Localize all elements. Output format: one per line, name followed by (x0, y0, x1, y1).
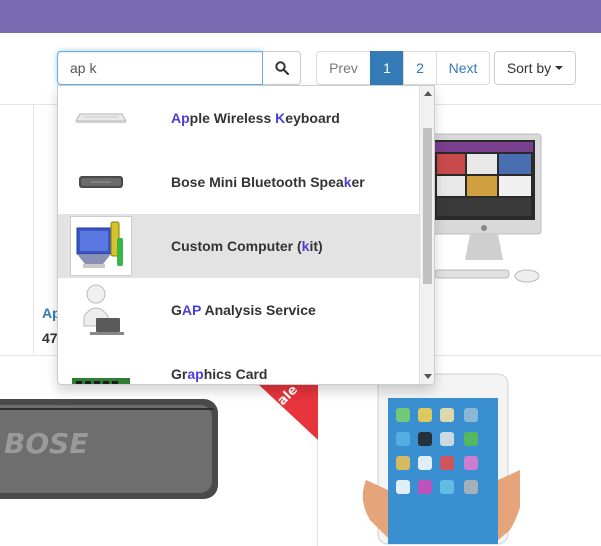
chevron-down-icon (555, 66, 564, 70)
label-text: Custom Computer ( (171, 238, 302, 254)
search-button[interactable] (263, 51, 301, 85)
product-price: 47 (42, 330, 58, 346)
autocomplete-item-label: Graphics Card (171, 366, 268, 382)
label-text: G (171, 302, 182, 318)
label-text: hics Card (203, 366, 268, 382)
product-image-speaker[interactable]: BOSE (0, 395, 222, 505)
computer-kit-thumbnail (70, 216, 132, 276)
autocomplete-item-label: Bose Mini Bluetooth Speaker (171, 174, 365, 190)
search-icon (274, 61, 289, 75)
autocomplete-scrollbar[interactable] (419, 86, 434, 384)
grid-divider (33, 105, 34, 355)
scroll-up-arrow-icon[interactable] (424, 91, 432, 96)
search-input[interactable] (57, 51, 263, 85)
sort-by-dropdown[interactable]: Sort by (494, 51, 576, 85)
product-image-imac[interactable] (425, 132, 545, 284)
label-text: er (351, 174, 365, 190)
autocomplete-item[interactable]: GAP Analysis Service (58, 278, 419, 342)
autocomplete-item-label: Apple Wireless Keyboard (171, 110, 340, 126)
keyboard-thumbnail (70, 88, 132, 148)
autocomplete-item-label: GAP Analysis Service (171, 302, 316, 318)
autocomplete-item[interactable]: Apple Wireless Keyboard (58, 86, 419, 150)
match-highlight: AP (181, 302, 202, 318)
speaker-thumbnail (70, 152, 132, 212)
pagination: Prev 1 2 Next (316, 51, 490, 85)
autocomplete-item[interactable]: Graphics Card (58, 342, 419, 384)
autocomplete-item-label: Custom Computer (kit) (171, 238, 323, 254)
match-highlight: Ap (171, 110, 190, 126)
label-text: it) (309, 238, 323, 254)
label-text: eyboard (285, 110, 340, 126)
label-text: ple Wireless (189, 110, 276, 126)
match-highlight: ap (187, 366, 204, 382)
autocomplete-item-active[interactable]: Custom Computer (kit) (58, 214, 419, 278)
label-text: Analysis Service (201, 302, 316, 318)
search-autocomplete-menu: Apple Wireless Keyboard Bose Mini Blueto… (57, 85, 435, 385)
label-text: Gr (171, 366, 188, 382)
label-text: Bose Mini Bluetooth Spea (171, 174, 344, 190)
page-2-button[interactable]: 2 (403, 51, 437, 85)
svg-text:BOSE: BOSE (4, 427, 88, 460)
match-highlight: K (275, 110, 286, 126)
top-navbar (0, 0, 601, 33)
scroll-down-arrow-icon[interactable] (424, 374, 432, 379)
product-image-ipad[interactable] (360, 370, 520, 546)
analysis-service-thumbnail (70, 280, 132, 340)
page-1-button[interactable]: 1 (370, 51, 404, 85)
autocomplete-item[interactable]: Bose Mini Bluetooth Speaker (58, 150, 419, 214)
prev-page-button[interactable]: Prev (316, 51, 371, 85)
sort-by-label: Sort by (506, 60, 552, 76)
autocomplete-list: Apple Wireless Keyboard Bose Mini Blueto… (58, 86, 419, 384)
graphics-card-thumbnail (70, 344, 132, 384)
scrollbar-thumb[interactable] (423, 128, 432, 284)
search-group (57, 51, 301, 85)
next-page-button[interactable]: Next (436, 51, 490, 85)
